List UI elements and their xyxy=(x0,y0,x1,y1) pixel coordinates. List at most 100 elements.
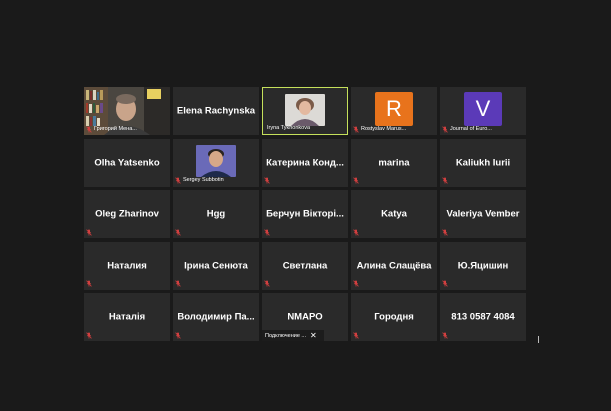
tile-footer: Journal of Euro... xyxy=(442,125,492,133)
tile-footer xyxy=(442,177,448,185)
tile-footer xyxy=(442,331,448,339)
tile-footer xyxy=(86,280,92,288)
participant-name: marina xyxy=(378,157,410,168)
muted-mic-icon xyxy=(442,228,448,236)
participant-name: Kaliukh Iurii xyxy=(455,157,511,168)
participant-tile[interactable]: Григорий Мена... xyxy=(84,87,170,135)
participant-name: Берчун Вікторі... xyxy=(266,208,344,220)
participant-name: Elena Rachynska xyxy=(176,105,256,117)
muted-mic-icon xyxy=(175,228,181,236)
tile-footer xyxy=(264,280,270,288)
muted-mic-icon xyxy=(175,177,181,184)
participant-name: Наталия xyxy=(107,260,147,271)
participant-name: Светлана xyxy=(282,260,328,271)
connecting-status: Подключение ... ✕ xyxy=(262,330,324,341)
participant-name: Hgg xyxy=(206,208,226,220)
participant-tile[interactable]: Наталія xyxy=(84,293,170,341)
participant-label: Journal of Euro... xyxy=(450,125,492,132)
participant-tile[interactable]: Володимир Па... xyxy=(173,293,259,341)
profile-photo xyxy=(196,144,236,177)
participant-tile[interactable]: Алина Слащёва xyxy=(351,241,437,290)
participant-label: Rostyslav Marus... xyxy=(361,125,407,132)
tile-footer xyxy=(353,331,359,339)
participant-name: Ірина Сенюта xyxy=(184,260,248,271)
participant-name: Oleg Zharinov xyxy=(95,208,159,220)
muted-mic-icon xyxy=(353,125,359,133)
tile-footer: Rostyslav Marus... xyxy=(353,125,406,133)
participant-tile[interactable]: Наталия xyxy=(84,241,170,290)
text-cursor xyxy=(538,336,539,343)
tile-footer xyxy=(353,177,359,185)
muted-mic-icon xyxy=(353,280,359,287)
participant-name: Katya xyxy=(381,208,407,220)
muted-mic-icon xyxy=(86,125,92,133)
participant-tile[interactable]: Oleg Zharinov xyxy=(84,190,170,238)
participant-tile[interactable]: marina xyxy=(351,138,437,187)
participant-name: 813 0587 4084 xyxy=(451,311,515,323)
letter-avatar: R xyxy=(375,92,413,126)
tile-footer xyxy=(442,228,448,236)
tile-footer: Григорий Мена... xyxy=(86,125,137,133)
letter-avatar: V xyxy=(464,92,502,126)
tile-footer xyxy=(353,280,359,288)
participant-grid: Григорий Мена... Elena Rachynska Iryna Tyk… xyxy=(84,87,526,341)
avatar xyxy=(196,144,236,177)
participant-tile[interactable]: Катерина Конд... xyxy=(262,138,348,187)
participant-tile[interactable]: Hgg xyxy=(173,190,259,238)
close-icon[interactable]: ✕ xyxy=(310,331,317,340)
muted-mic-icon xyxy=(442,177,448,184)
muted-mic-icon xyxy=(442,331,448,339)
muted-mic-icon xyxy=(264,177,270,184)
avatar xyxy=(285,94,325,126)
participant-tile[interactable]: 813 0587 4084 xyxy=(440,293,526,341)
participant-tile[interactable]: Берчун Вікторі... xyxy=(262,190,348,238)
participant-tile[interactable]: Городня xyxy=(351,293,437,341)
participant-label: Григорий Мена... xyxy=(94,125,137,132)
participant-name: Алина Слащёва xyxy=(356,260,432,271)
participant-tile[interactable]: NMAPO Подключение ... ✕ xyxy=(262,293,348,341)
tile-footer xyxy=(353,228,359,236)
participant-tile[interactable]: Светлана xyxy=(262,241,348,290)
participant-tile[interactable]: Elena Rachynska xyxy=(173,87,259,135)
participant-tile[interactable]: Valeriya Vember xyxy=(440,190,526,238)
participant-name: NMAPO xyxy=(287,311,323,323)
participant-name: Valeriya Vember xyxy=(446,208,520,220)
muted-mic-icon xyxy=(86,331,92,339)
participant-name: Катерина Конд... xyxy=(266,157,344,168)
muted-mic-icon xyxy=(86,228,92,236)
muted-mic-icon xyxy=(442,280,448,287)
participant-tile[interactable]: R Rostyslav Marus... xyxy=(351,87,437,135)
tile-footer xyxy=(442,280,448,288)
muted-mic-icon xyxy=(264,280,270,287)
gallery-view: Григорий Мена... Elena Rachynska Iryna Tyk… xyxy=(0,0,611,411)
tile-footer xyxy=(175,228,181,236)
participant-name: Ю.Яцишин xyxy=(457,260,509,271)
tile-footer xyxy=(264,228,270,236)
participant-tile[interactable]: Sergey Subbotin xyxy=(173,138,259,187)
muted-mic-icon xyxy=(353,228,359,236)
participant-tile[interactable]: Olha Yatsenko xyxy=(84,138,170,187)
tile-footer: Iryna Tykhonkova xyxy=(265,124,310,132)
muted-mic-icon xyxy=(353,177,359,184)
muted-mic-icon xyxy=(264,228,270,236)
participant-tile[interactable]: V Journal of Euro... xyxy=(440,87,526,135)
tile-footer xyxy=(86,331,92,339)
participant-name: Olha Yatsenko xyxy=(94,157,160,168)
participant-tile[interactable]: Ю.Яцишин xyxy=(440,241,526,290)
participant-tile[interactable]: Iryna Tykhonkova xyxy=(262,87,348,135)
participant-tile[interactable]: Ірина Сенюта xyxy=(173,241,259,290)
participant-tile[interactable]: Kaliukh Iurii xyxy=(440,138,526,187)
muted-mic-icon xyxy=(442,125,448,133)
profile-photo xyxy=(285,94,325,126)
muted-mic-icon xyxy=(86,280,92,287)
connecting-label: Подключение ... xyxy=(265,332,306,339)
muted-mic-icon xyxy=(353,331,359,339)
tile-footer xyxy=(86,228,92,236)
participant-name: Городня xyxy=(374,311,414,323)
tile-footer xyxy=(175,280,181,288)
participant-name: Володимир Па... xyxy=(177,311,255,323)
participant-tile[interactable]: Katya xyxy=(351,190,437,238)
tile-footer: Sergey Subbotin xyxy=(175,177,224,185)
tile-footer xyxy=(175,331,181,339)
muted-mic-icon xyxy=(175,280,181,287)
